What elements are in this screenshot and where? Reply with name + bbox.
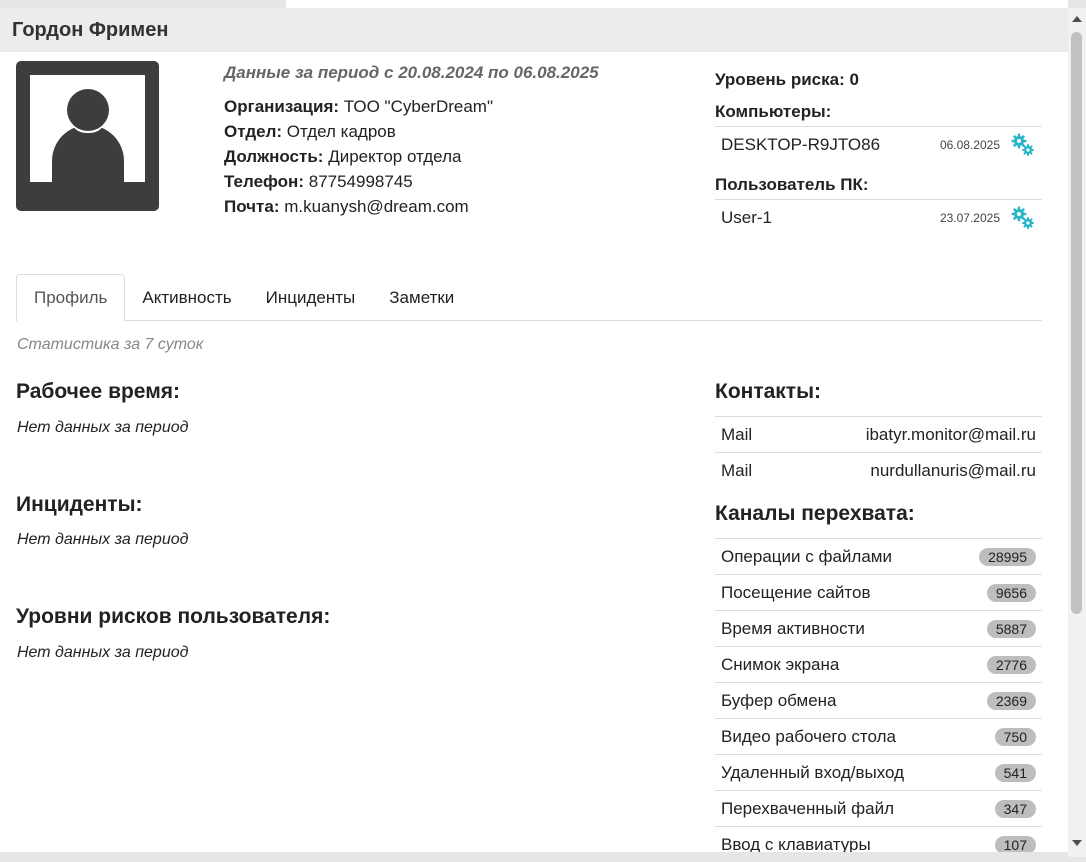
vertical-scrollbar[interactable] [1068,8,1086,857]
field-position: Должность: Директор отдела [224,144,599,169]
channel-count-badge: 2369 [986,691,1036,710]
contact-value: ibatyr.monitor@mail.ru [865,424,1036,444]
channel-name: Буфер обмена [721,690,837,710]
field-value: Отдел кадров [286,122,396,141]
incidents-title: Инциденты: [16,493,143,516]
channel-name: Видео рабочего стола [721,726,896,746]
scroll-up-arrow-icon[interactable] [1072,16,1082,22]
tab-incidents[interactable]: Инциденты [249,274,373,321]
channel-count-badge: 347 [994,799,1036,818]
channels-title: Каналы перехвата: [715,502,915,525]
channel-count-badge: 9656 [986,583,1036,602]
profile-tabs: Профиль Активность Инциденты Заметки [16,274,1042,322]
channel-count-badge: 541 [994,763,1036,782]
channel-name: Перехваченный файл [721,798,895,818]
work-time-empty: Нет данных за период [17,419,189,436]
page-title-bar: Гордон Фримен [0,8,1068,52]
user-avatar [16,61,159,211]
field-value: ТОО "CyberDream" [343,97,493,116]
tab-activity[interactable]: Активность [125,274,248,321]
channel-row[interactable]: Видео рабочего стола 750 [715,718,1042,754]
computer-name: DESKTOP-R9JTO86 [721,134,881,154]
gears-icon[interactable] [1010,132,1036,158]
channel-name: Удаленный вход/выход [721,762,905,782]
risk-panel: Уровень риска: 0 Компьютеры: DESKTOP-R9J… [715,70,1042,235]
pc-user-name: User-1 [721,207,773,227]
tab-notes[interactable]: Заметки [372,274,471,321]
contact-row: Mail nurdullanuris@mail.ru [715,452,1042,488]
channel-row[interactable]: Удаленный вход/выход 541 [715,754,1042,790]
channels-panel: Каналы перехвата: Операции с файлами 2899… [715,502,1042,862]
channel-count-badge: 28995 [979,547,1036,566]
channel-name: Посещение сайтов [721,582,871,602]
scrollbar-thumb[interactable] [1071,32,1082,614]
field-label: Должность: [224,147,324,166]
channel-row[interactable]: Операции с файлами 28995 [715,538,1042,574]
field-email: Почта: m.kuanysh@dream.com [224,194,599,219]
channel-count-badge: 5887 [986,619,1036,638]
stats-caption: Статистика за 7 суток [17,336,204,353]
field-value: 87754998745 [308,172,413,191]
channel-count-badge: 107 [994,835,1036,854]
field-label: Телефон: [224,172,304,191]
page-title: Гордон Фримен [12,18,169,41]
work-time-title: Рабочее время: [16,380,180,403]
pc-user-row[interactable]: User-1 23.07.2025 [715,199,1042,235]
gears-icon[interactable] [1010,205,1036,231]
field-organization: Организация: ТОО "CyberDream" [224,94,599,119]
computers-title: Компьютеры: [715,102,832,121]
channel-row[interactable]: Буфер обмена 2369 [715,682,1042,718]
computer-row[interactable]: DESKTOP-R9JTO86 06.08.2025 [715,126,1042,162]
contact-type: Mail [721,424,753,444]
profile-info: Данные за период с 20.08.2024 по 06.08.2… [224,60,599,219]
period-label: Данные за период с 20.08.2024 по 06.08.2… [224,63,599,82]
contacts-title: Контакты: [715,380,822,403]
channel-row[interactable]: Время активности 5887 [715,610,1042,646]
field-label: Почта: [224,197,280,216]
pc-user-date: 23.07.2025 [939,210,1000,225]
channel-name: Операции с файлами [721,546,892,566]
channel-count-badge: 750 [994,727,1036,746]
user-silhouette-icon [30,75,145,182]
field-value: m.kuanysh@dream.com [284,197,469,216]
incidents-empty: Нет данных за период [17,531,189,548]
channel-row[interactable]: Посещение сайтов 9656 [715,574,1042,610]
scroll-down-arrow-icon[interactable] [1072,840,1082,846]
field-value: Директор отдела [328,147,462,166]
computer-date: 06.08.2025 [939,137,1000,152]
contacts-panel: Контакты: Mail ibatyr.monitor@mail.ru Ma… [715,380,1042,488]
channel-name: Снимок экрана [721,654,840,674]
channel-name: Время активности [721,618,865,638]
contact-type: Mail [721,460,753,480]
field-label: Организация: [224,97,340,116]
contact-value: nurdullanuris@mail.ru [870,460,1036,480]
pc-users-title: Пользователь ПК: [715,175,869,194]
field-label: Отдел: [224,122,283,141]
channel-row[interactable]: Снимок экрана 2776 [715,646,1042,682]
contact-row: Mail ibatyr.monitor@mail.ru [715,416,1042,452]
risk-levels-empty: Нет данных за период [17,644,189,661]
risk-level: Уровень риска: 0 [715,70,859,89]
channel-count-badge: 2776 [986,655,1036,674]
field-phone: Телефон: 87754998745 [224,169,599,194]
risk-levels-title: Уровни рисков пользователя: [16,605,331,628]
field-department: Отдел: Отдел кадров [224,119,599,144]
channel-row[interactable]: Перехваченный файл 347 [715,790,1042,826]
tab-profile[interactable]: Профиль [16,274,126,322]
